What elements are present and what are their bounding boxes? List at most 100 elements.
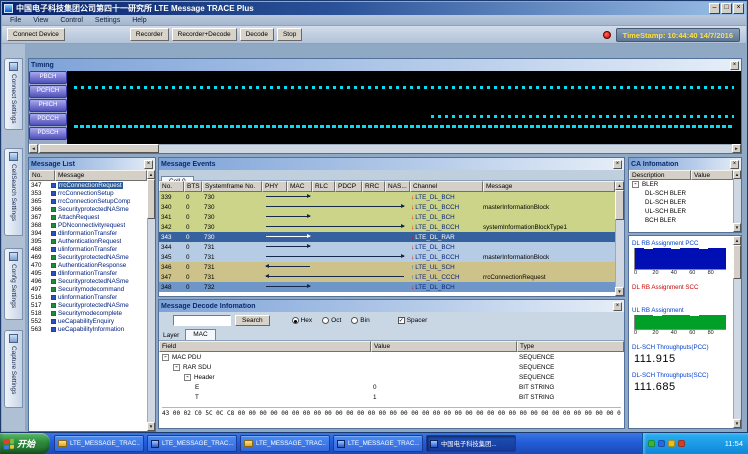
menu-item-file[interactable]: File	[4, 17, 27, 24]
event-row[interactable]: 3430730↓LTE_DL_RAR	[159, 232, 615, 242]
column-header-field[interactable]: Field	[159, 341, 371, 352]
column-header-systemframe-no[interactable]: Systemframe No.	[202, 181, 262, 192]
decode-row[interactable]: -RAR SDUSEQUENCE	[159, 362, 624, 372]
scroll-up-icon[interactable]: ▲	[733, 236, 741, 245]
menu-item-control[interactable]: Control	[54, 17, 89, 24]
menu-item-settings[interactable]: Settings	[89, 17, 126, 24]
sidebar-tab-connect-settings[interactable]: Connect Settings	[4, 58, 23, 130]
channel-pdcch[interactable]: PDCCH	[29, 113, 67, 126]
column-header-value[interactable]: Value	[371, 341, 517, 352]
search-button[interactable]: Search	[235, 315, 270, 326]
scroll-thumb[interactable]	[147, 179, 155, 219]
expand-icon[interactable]: -	[162, 354, 169, 361]
message-decode-header[interactable]: Message Decode Infomation ×	[159, 300, 624, 312]
tray-icon-1[interactable]	[658, 440, 665, 447]
message-list-row[interactable]: 552ueCapabilityEnquiry	[29, 317, 147, 325]
tab-mac[interactable]: MAC	[185, 329, 215, 340]
column-header-no[interactable]: No.	[159, 181, 184, 192]
message-list-row[interactable]: 365rrcConnectionSetupComp	[29, 197, 147, 205]
event-row[interactable]: 3470731↑LTE_UL_CCCHrrcConnectionRequest	[159, 272, 615, 282]
event-row[interactable]: 3480732↓LTE_DL_BCH	[159, 282, 615, 292]
connect-device-button[interactable]: Connect Device	[7, 28, 65, 41]
decode-row[interactable]: T1BIT STRING	[159, 392, 624, 402]
message-list-vscrollbar[interactable]: ▲ ▼	[147, 170, 155, 431]
sidebar-tab-cellsearch-settings[interactable]: CellSearch Settings	[4, 148, 23, 236]
taskbar-item-4[interactable]: 中国电子科技集团...	[426, 435, 516, 452]
maximize-button[interactable]: □	[721, 3, 732, 14]
search-input[interactable]	[173, 315, 231, 326]
channel-pbch[interactable]: PBCH	[29, 71, 67, 84]
message-list-header[interactable]: Message List ×	[29, 158, 155, 170]
taskbar-item-1[interactable]: LTE_MESSAGE_TRAC...	[147, 435, 237, 452]
charts-vscrollbar[interactable]: ▲ ▼	[733, 236, 741, 428]
expand-icon[interactable]: -	[184, 374, 191, 381]
message-list-row[interactable]: 366SecurityprotectedNASme	[29, 205, 147, 213]
scroll-thumb[interactable]	[733, 245, 741, 279]
start-button[interactable]: 开始	[0, 433, 50, 454]
column-header-bts[interactable]: BTS	[184, 181, 202, 192]
message-list-row[interactable]: 394dlinformationTransfer	[29, 229, 147, 237]
event-row[interactable]: 3390730↓LTE_DL_BCH	[159, 192, 615, 202]
message-list-row[interactable]: 516ulinformationTransfer	[29, 293, 147, 301]
column-header-no[interactable]: No.	[29, 170, 55, 181]
taskbar-item-3[interactable]: LTE_MESSAGE_TRAC...	[333, 435, 423, 452]
message-list-row[interactable]: 496SecurityprotectedNASme	[29, 277, 147, 285]
column-header-value[interactable]: Value	[691, 170, 733, 180]
column-header-rlc[interactable]: RLC	[312, 181, 335, 192]
column-header-rrc[interactable]: RRC	[362, 181, 385, 192]
event-row[interactable]: 3440731↓LTE_DL_BCH	[159, 242, 615, 252]
message-list-row[interactable]: 367AttachRequest	[29, 213, 147, 221]
decode-row[interactable]: -MAC PDUSEQUENCE	[159, 352, 624, 362]
toolbar-button-stop[interactable]: Stop	[277, 28, 302, 41]
column-header-message[interactable]: Message	[55, 170, 147, 181]
ca-row[interactable]: UL-SCH BLER	[629, 207, 733, 216]
events-vscrollbar[interactable]: ▲ ▼	[615, 181, 624, 296]
column-header-pdcp[interactable]: PDCP	[335, 181, 362, 192]
message-list-row[interactable]: 469SecurityprotectedNASme	[29, 253, 147, 261]
tray-icon-3[interactable]	[678, 440, 685, 447]
ca-close-icon[interactable]: ×	[730, 160, 739, 169]
channel-phich[interactable]: PHICH	[29, 99, 67, 112]
scroll-down-icon[interactable]: ▼	[615, 287, 624, 296]
column-header-phy[interactable]: PHY	[262, 181, 287, 192]
toolbar-button-recorder[interactable]: Recorder	[130, 28, 169, 41]
event-row[interactable]: 3410730↓LTE_DL_BCH	[159, 212, 615, 222]
message-list-row[interactable]: 395AuthenticationRequest	[29, 237, 147, 245]
timing-hscrollbar[interactable]: ◄ ►	[29, 144, 741, 153]
message-list-close-icon[interactable]: ×	[144, 160, 153, 169]
sidebar-tab-capture-settings[interactable]: Capture Settings	[4, 330, 23, 408]
ca-row[interactable]: DL-SCH BLER	[629, 198, 733, 207]
column-header-type[interactable]: Type	[517, 341, 624, 352]
scroll-up-icon[interactable]: ▲	[147, 170, 155, 179]
expand-icon[interactable]: -	[632, 181, 639, 188]
toolbar-button-recorder-decode[interactable]: Recorder+Decode	[172, 28, 237, 41]
message-list-row[interactable]: 353rrcConnectionSetup	[29, 189, 147, 197]
message-events-header[interactable]: Message Events ×	[159, 158, 624, 170]
radix-option-bin[interactable]: Bin	[351, 317, 369, 324]
timing-panel-header[interactable]: Timing ×	[29, 59, 741, 71]
scroll-thumb[interactable]	[39, 144, 159, 153]
event-row[interactable]: 3450731↓LTE_DL_BCCHmasterInformationBloc…	[159, 252, 615, 262]
message-list-row[interactable]: 470AuthenticationResponse	[29, 261, 147, 269]
ca-header[interactable]: CA Infomation ×	[629, 158, 741, 170]
scroll-right-icon[interactable]: ►	[732, 144, 741, 153]
radix-option-hex[interactable]: Hex	[292, 317, 313, 324]
message-list-row[interactable]: 347rrcConnectionRequest	[29, 181, 147, 189]
title-bar[interactable]: 中国电子科技集团公司第四十一研究所 LTE Message TRACE Plus…	[2, 2, 746, 15]
tray-icon-0[interactable]	[648, 440, 655, 447]
ca-row[interactable]: BCH BLER	[629, 216, 733, 225]
column-header-message[interactable]: Message	[483, 181, 615, 192]
toolbar-button-decode[interactable]: Decode	[240, 28, 274, 41]
message-decode-close-icon[interactable]: ×	[613, 302, 622, 311]
expand-icon[interactable]: -	[173, 364, 180, 371]
message-list-row[interactable]: 368PDNconnectivityrequest	[29, 221, 147, 229]
message-events-close-icon[interactable]: ×	[613, 160, 622, 169]
hex-dump[interactable]: 43 00 02 C0 5C 0C C8 00 00 00 00 00 00 0…	[162, 407, 621, 427]
radix-option-oct[interactable]: Oct	[322, 317, 341, 324]
message-list-row[interactable]: 495dlinformationTransfer	[29, 269, 147, 277]
scroll-left-icon[interactable]: ◄	[29, 144, 38, 153]
sidebar-tab-config-settings[interactable]: Config Settings	[4, 248, 23, 320]
ca-root-row[interactable]: -BLER	[629, 180, 733, 189]
scroll-up-icon[interactable]: ▲	[615, 181, 624, 190]
message-list-row[interactable]: 517SecurityprotectedNASme	[29, 301, 147, 309]
